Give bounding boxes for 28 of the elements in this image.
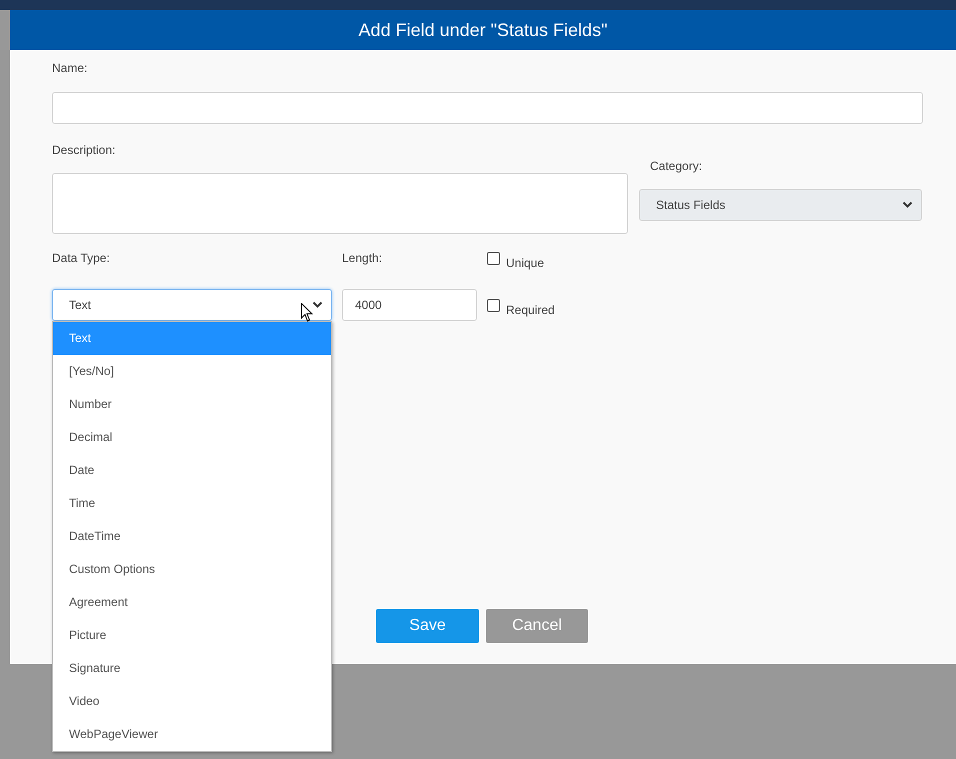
chevron-icon xyxy=(312,301,323,309)
dropdown-option[interactable]: Picture xyxy=(53,619,331,652)
dropdown-option[interactable]: [Yes/No] xyxy=(53,355,331,388)
dialog-title: Add Field under "Status Fields" xyxy=(358,20,608,40)
name-field[interactable] xyxy=(52,92,923,124)
dropdown-option[interactable]: WebPageViewer xyxy=(53,718,331,751)
field-label: Description: xyxy=(52,142,116,158)
field-label: Data Type: xyxy=(52,250,110,266)
checkbox-label: Unique xyxy=(506,256,544,270)
checkbox[interactable] xyxy=(487,299,500,312)
chevron-icon xyxy=(902,201,913,209)
dropdown-option[interactable]: Custom Options xyxy=(53,553,331,586)
field-label: Name: xyxy=(52,60,88,76)
field-label: Length: xyxy=(342,250,382,266)
field-label: Category: xyxy=(650,158,704,174)
dropdown-option[interactable]: Number xyxy=(53,388,331,421)
dropdown-option[interactable]: Time xyxy=(53,487,331,520)
description-field[interactable] xyxy=(52,173,628,234)
dropdown-option[interactable]: Agreement xyxy=(53,586,331,619)
dropdown-option[interactable]: Signature xyxy=(53,652,331,685)
dropdown-option[interactable]: DateTime xyxy=(53,520,331,553)
data-type-select[interactable]: Text xyxy=(52,289,332,321)
length-field[interactable]: 4000 xyxy=(342,289,477,321)
checkbox[interactable] xyxy=(487,252,500,265)
dropdown-option[interactable]: Date xyxy=(53,454,331,487)
dropdown-option[interactable]: Video xyxy=(53,685,331,718)
checkbox-label: Required xyxy=(506,303,555,317)
dropdown-option[interactable]: Decimal xyxy=(53,421,331,454)
